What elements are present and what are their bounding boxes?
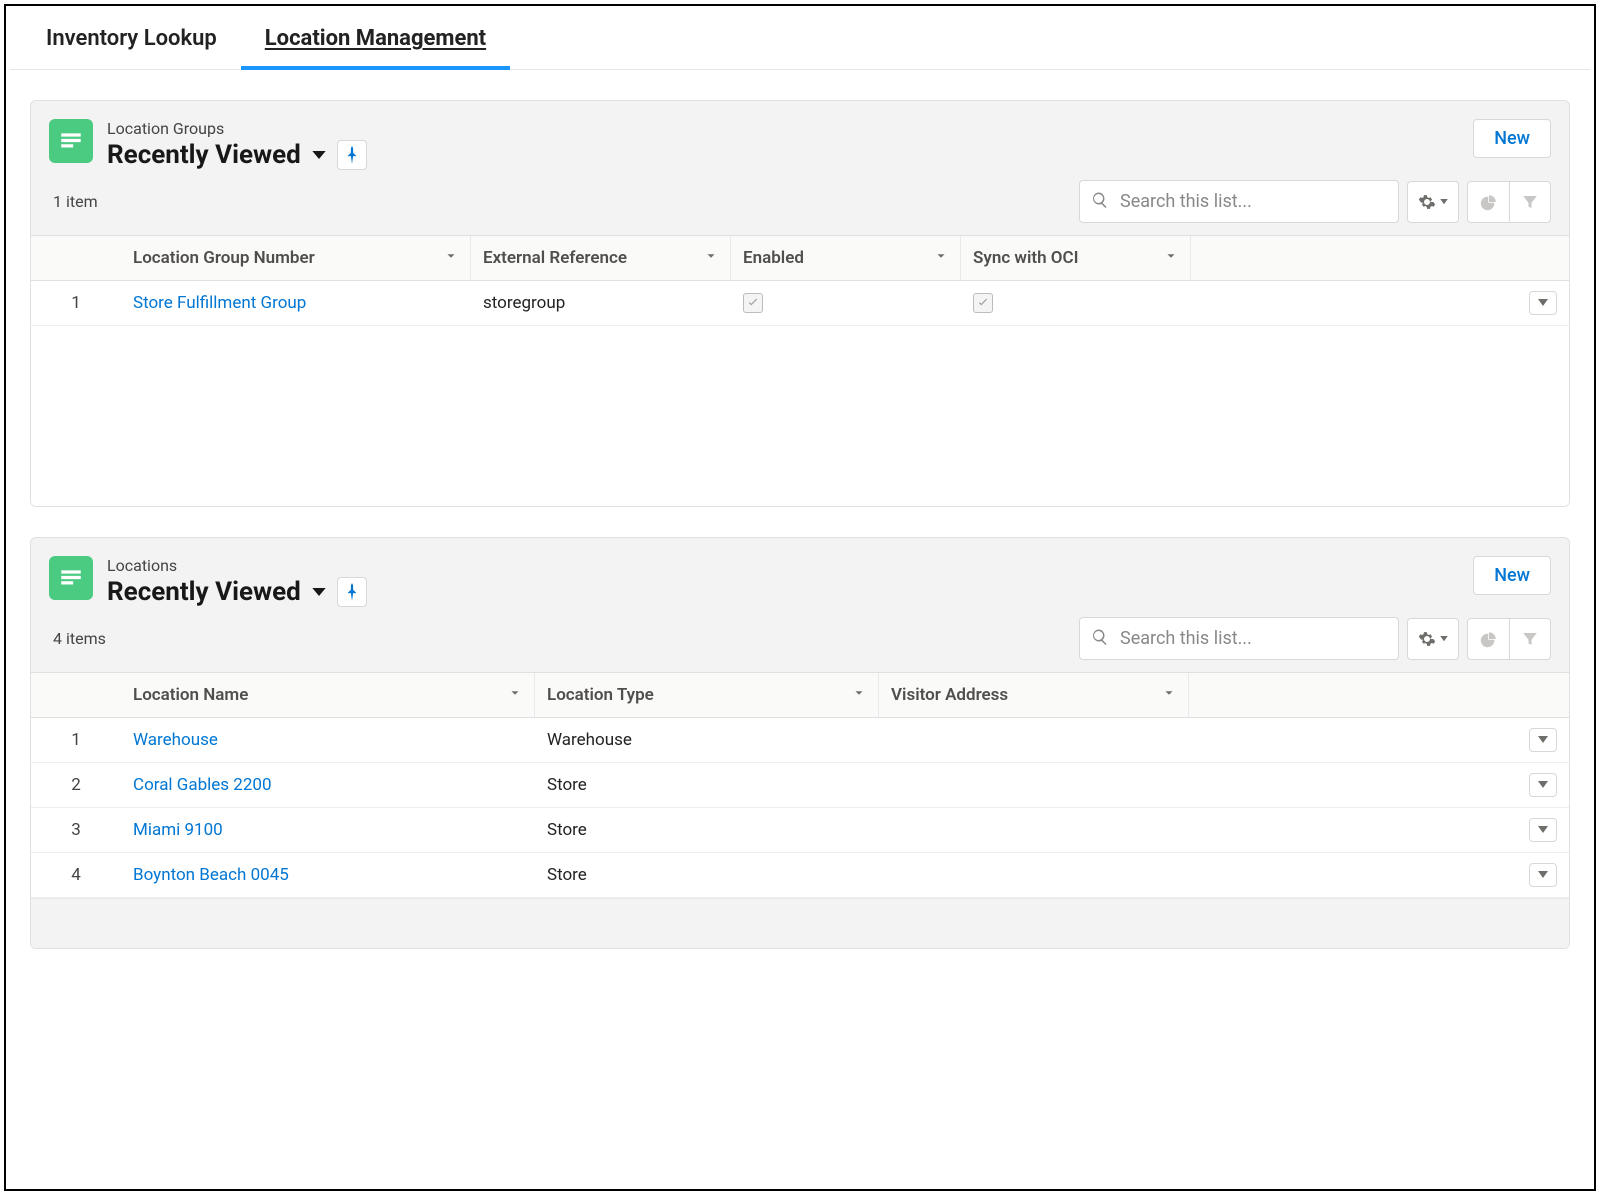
cell-location-type: Store [535,808,879,852]
cell-location-type: Store [535,853,879,897]
row-actions-button[interactable] [1529,728,1557,752]
empty-space [31,326,1569,506]
table-footer-space [31,898,1569,948]
col-row-number [31,236,121,280]
tab-inventory-lookup[interactable]: Inventory Lookup [22,6,241,69]
locations-search-input[interactable] [1079,617,1399,660]
row-actions-button[interactable] [1529,863,1557,887]
col-location-name[interactable]: Location Name [121,673,535,717]
row-index: 1 [31,281,121,325]
locations-table: Location Name Location Type Visitor Addr… [31,672,1569,948]
chevron-down-icon [934,248,948,268]
col-external-reference[interactable]: External Reference [471,236,731,280]
location-groups-view-title[interactable]: Recently Viewed [107,140,301,170]
col-visitor-address[interactable]: Visitor Address [879,673,1189,717]
table-row: 1 Warehouse Warehouse [31,718,1569,763]
location-link[interactable]: Boynton Beach 0045 [133,865,289,885]
pin-view-button[interactable] [337,577,367,607]
tabs-bar: Inventory Lookup Location Management [10,6,1590,70]
chevron-down-icon [444,248,458,268]
search-icon [1091,191,1109,213]
col-actions [1189,673,1569,717]
list-settings-button[interactable] [1407,181,1459,223]
col-enabled[interactable]: Enabled [731,236,961,280]
col-sync-with-oci[interactable]: Sync with OCI [961,236,1191,280]
location-groups-search-input[interactable] [1079,180,1399,223]
row-actions-button[interactable] [1529,773,1557,797]
locations-card: Locations Recently Viewed New 4 items [30,537,1570,949]
pin-view-button[interactable] [337,140,367,170]
row-actions-button[interactable] [1529,818,1557,842]
row-actions-button[interactable] [1529,291,1557,315]
chevron-down-icon [508,685,522,705]
locations-subtitle: Locations [107,556,367,575]
col-actions [1191,236,1569,280]
filter-button[interactable] [1509,181,1551,223]
search-icon [1091,628,1109,650]
location-link[interactable]: Coral Gables 2200 [133,775,272,795]
locations-view-title[interactable]: Recently Viewed [107,577,301,607]
cell-location-type: Store [535,763,879,807]
cell-visitor-address [879,853,1189,897]
chevron-down-icon [1164,248,1178,268]
cell-enabled [731,281,961,325]
cell-visitor-address [879,718,1189,762]
filter-button[interactable] [1509,618,1551,660]
new-location-button[interactable]: New [1473,556,1551,595]
table-row: 3 Miami 9100 Store [31,808,1569,853]
table-row: 4 Boynton Beach 0045 Store [31,853,1569,898]
chevron-down-icon [704,248,718,268]
checkbox-checked-icon [743,293,763,313]
location-groups-subtitle: Location Groups [107,119,367,138]
location-link[interactable]: Warehouse [133,730,218,750]
checkbox-checked-icon [973,293,993,313]
col-location-group-number[interactable]: Location Group Number [121,236,471,280]
chevron-down-icon [852,685,866,705]
new-location-group-button[interactable]: New [1473,119,1551,158]
location-group-link[interactable]: Store Fulfillment Group [133,293,306,313]
locations-icon [49,556,93,600]
view-dropdown-caret-icon[interactable] [311,583,327,602]
chevron-down-icon [1162,685,1176,705]
location-groups-table: Location Group Number External Reference… [31,235,1569,506]
cell-visitor-address [879,808,1189,852]
location-groups-card: Location Groups Recently Viewed New 1 it… [30,100,1570,507]
cell-sync-with-oci [961,281,1191,325]
chart-view-button[interactable] [1467,618,1509,660]
row-index: 4 [31,853,121,897]
tab-location-management[interactable]: Location Management [241,6,510,69]
row-index: 3 [31,808,121,852]
table-row: 2 Coral Gables 2200 Store [31,763,1569,808]
locations-item-count: 4 items [49,629,106,648]
locations-search [1079,617,1399,660]
cell-location-type: Warehouse [535,718,879,762]
col-row-number [31,673,121,717]
chart-view-button[interactable] [1467,181,1509,223]
location-link[interactable]: Miami 9100 [133,820,223,840]
row-index: 2 [31,763,121,807]
list-settings-button[interactable] [1407,618,1459,660]
view-dropdown-caret-icon[interactable] [311,146,327,165]
table-row: 1 Store Fulfillment Group storegroup [31,281,1569,326]
row-index: 1 [31,718,121,762]
col-location-type[interactable]: Location Type [535,673,879,717]
cell-visitor-address [879,763,1189,807]
location-groups-item-count: 1 item [49,192,98,211]
location-groups-icon [49,119,93,163]
location-groups-search [1079,180,1399,223]
cell-external-reference: storegroup [471,281,731,325]
